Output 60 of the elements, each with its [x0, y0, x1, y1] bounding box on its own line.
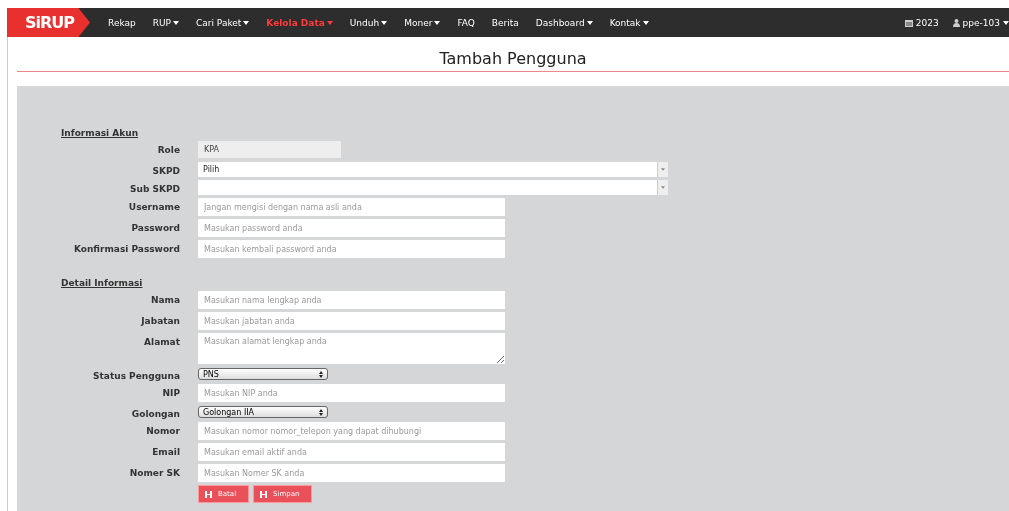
input-field[interactable]: Masukan NIP anda: [198, 384, 505, 402]
caret-icon: [434, 20, 441, 25]
input-field[interactable]: Masukan jabatan anda: [198, 312, 505, 330]
nav-item[interactable]: Moner: [404, 17, 441, 28]
caret-icon: [661, 186, 665, 189]
select-field[interactable]: PNS: [198, 368, 328, 380]
calendar-icon: [904, 18, 913, 27]
nav-item[interactable]: RUP: [152, 17, 179, 28]
input-field[interactable]: Masukan password anda: [198, 219, 505, 237]
role-field: KPA: [198, 141, 341, 158]
field-label: Username: [127, 201, 180, 212]
field-label: Jabatan: [139, 315, 180, 326]
address-field[interactable]: Masukan alamat lengkap anda: [198, 333, 505, 364]
field-label: Role: [156, 144, 180, 155]
nav-item[interactable]: Dashboard: [535, 17, 593, 28]
dropdown-field[interactable]: [198, 180, 668, 195]
dropdown-field[interactable]: Pilih: [198, 162, 668, 177]
nav-item[interactable]: Berita: [491, 17, 519, 28]
updown-icon: [319, 408, 323, 416]
logo[interactable]: SiRUP: [7, 8, 91, 37]
year-item[interactable]: 2023: [904, 17, 939, 28]
field-label: Alamat: [143, 336, 180, 347]
field-label: NIP: [161, 387, 180, 398]
field-label: Sub SKPD: [129, 183, 180, 194]
input-field[interactable]: Masukan Nomer SK anda: [198, 464, 505, 482]
field-label: Email: [151, 446, 180, 457]
caret-icon: [586, 20, 593, 25]
caret-icon: [173, 20, 179, 25]
input-field[interactable]: Masukan email aktif anda: [198, 443, 505, 461]
nav-item[interactable]: Kontak: [609, 17, 649, 28]
caret-icon: [642, 20, 649, 25]
field-label: Password: [130, 222, 180, 233]
field-label: Nomor: [145, 425, 180, 436]
input-field[interactable]: Masukan kembali password anda: [198, 240, 505, 258]
nav-item[interactable]: Kelola Data: [266, 17, 333, 28]
nav-item[interactable]: Rekap: [108, 17, 136, 28]
input-field[interactable]: Masukan nomor nomor_telepon yang dapat dihubungi: [198, 422, 505, 440]
input-field[interactable]: Jangan mengisi dengan nama asli anda: [198, 198, 505, 216]
field-label: Status Pengguna: [92, 370, 180, 381]
field-label: Nomer SK: [128, 467, 180, 478]
field-label: SKPD: [151, 165, 180, 176]
input-field[interactable]: Masukan nama lengkap anda: [198, 291, 505, 309]
page-title: Tambah Pengguna: [17, 37, 1009, 72]
caret-icon: [243, 20, 250, 25]
field-label: Konfirmasi Password: [72, 243, 180, 254]
user-menu[interactable]: ppe-103: [952, 17, 1009, 28]
caret-icon: [1003, 20, 1009, 25]
section-heading: Informasi Akun: [61, 128, 140, 138]
caret-icon: [661, 168, 665, 171]
nav-item[interactable]: FAQ: [457, 17, 475, 28]
caret-icon: [326, 20, 333, 25]
nav-item[interactable]: Unduh: [349, 17, 388, 28]
nav-item[interactable]: Cari Paket: [196, 17, 250, 28]
updown-icon: [319, 370, 323, 378]
caret-icon: [381, 20, 388, 25]
select-field[interactable]: Golongan IIA: [198, 406, 328, 418]
field-label: Golongan: [130, 408, 180, 419]
field-label: Nama: [149, 294, 180, 305]
user-icon: [952, 18, 960, 27]
section-heading: Detail Informasi: [61, 278, 144, 288]
